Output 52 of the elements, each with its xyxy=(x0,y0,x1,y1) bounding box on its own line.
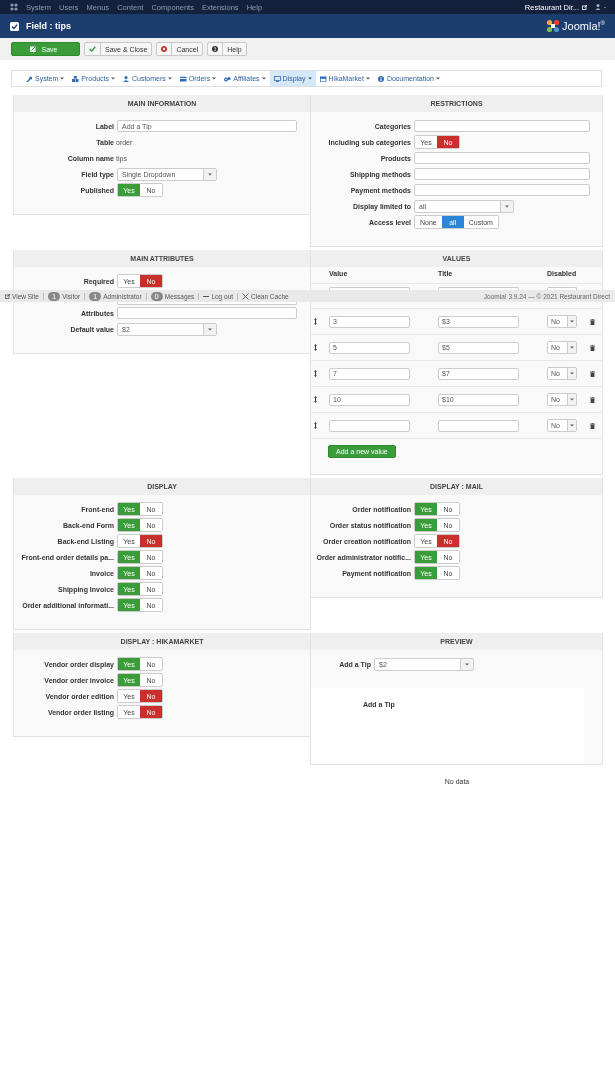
input-field[interactable] xyxy=(414,120,590,132)
card-icon xyxy=(179,75,187,82)
caret-icon xyxy=(436,77,440,80)
trash-icon xyxy=(590,318,595,325)
store-icon xyxy=(319,75,327,82)
help-icon xyxy=(212,46,219,52)
caret-icon xyxy=(570,372,574,375)
caret-icon xyxy=(365,77,370,80)
drag-icon xyxy=(314,344,317,351)
input-field[interactable] xyxy=(414,168,590,180)
caret-icon xyxy=(570,424,574,427)
check-icon xyxy=(89,46,96,52)
caret-icon xyxy=(208,327,212,331)
input-field[interactable] xyxy=(414,152,590,164)
input-field[interactable] xyxy=(117,307,297,319)
caret-icon xyxy=(570,398,574,401)
external-link-icon xyxy=(5,293,10,299)
caret-icon xyxy=(60,77,65,80)
user-icon xyxy=(122,75,130,82)
caret-icon xyxy=(110,77,115,80)
trash-icon xyxy=(590,422,595,429)
page-title: Field : tips xyxy=(26,21,71,31)
caret-icon xyxy=(212,77,217,80)
input-field[interactable] xyxy=(329,419,410,432)
logo-text: Joomla!$^{®}$ xyxy=(562,20,605,32)
drag-icon xyxy=(314,318,317,325)
drag-icon xyxy=(314,422,317,429)
cubes-icon xyxy=(72,75,80,82)
external-link-icon xyxy=(582,4,587,10)
input-field[interactable] xyxy=(414,184,590,196)
trash-icon xyxy=(590,396,595,403)
caret-icon xyxy=(570,346,574,349)
cancel-icon xyxy=(161,46,168,52)
logo-icon xyxy=(546,19,561,33)
edit-icon xyxy=(29,46,36,52)
drag-icon xyxy=(314,396,317,403)
checkbox-icon xyxy=(10,21,19,31)
drag-icon xyxy=(314,370,317,377)
trash-icon xyxy=(590,344,595,351)
input-field[interactable] xyxy=(438,419,519,432)
caret-icon xyxy=(167,77,172,80)
trash-icon xyxy=(590,370,595,377)
info-icon xyxy=(377,75,385,82)
monitor-icon xyxy=(273,75,281,82)
user-icon xyxy=(595,4,607,10)
caret-icon xyxy=(505,204,509,208)
caret-icon xyxy=(307,77,312,80)
wrench-icon xyxy=(26,75,33,82)
caret-icon xyxy=(261,77,266,80)
caret-icon xyxy=(208,172,212,176)
caret-icon xyxy=(570,320,574,323)
caret-icon xyxy=(465,662,469,666)
